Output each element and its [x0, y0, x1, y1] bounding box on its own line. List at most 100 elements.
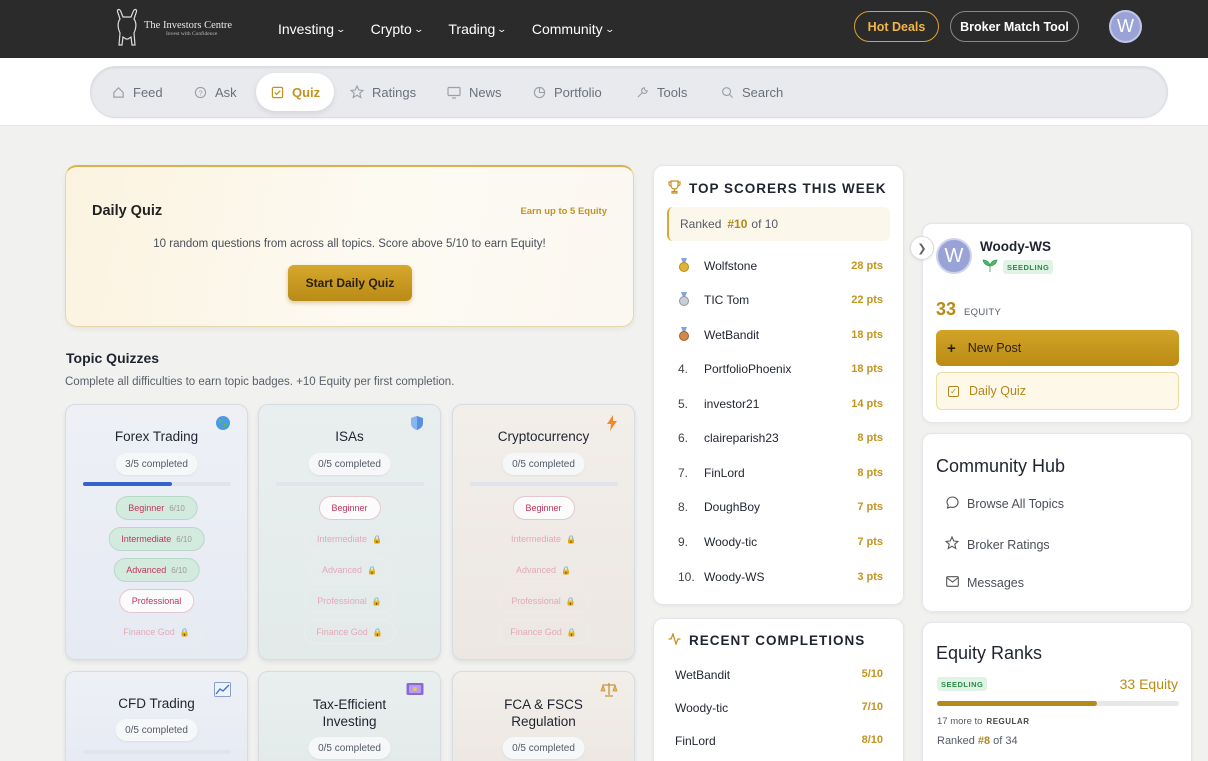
scorer-name: Woody-WS: [704, 570, 765, 584]
tab-search[interactable]: Search: [720, 67, 783, 117]
new-post-label: New Post: [967, 341, 1022, 355]
scorer-name: claireparish23: [704, 431, 779, 445]
nav-community[interactable]: Community ⌄: [532, 21, 615, 37]
topic-progress: 0/5 completed: [308, 737, 391, 759]
topic-progress: 0/5 completed: [308, 453, 391, 475]
level-label: Professional: [131, 596, 182, 606]
checkbox-icon: ✓: [948, 385, 959, 397]
daily-quiz-link[interactable]: ✓ Daily Quiz: [936, 372, 1179, 410]
lightning-icon: [606, 415, 618, 434]
level-label: Finance God: [510, 627, 562, 637]
level-score: 6/10: [171, 565, 187, 575]
scorer-row[interactable]: TIC Tom 22 pts: [678, 290, 883, 310]
nav-investing-label: Investing: [278, 21, 335, 37]
hub-messages[interactable]: Messages: [945, 576, 1024, 590]
chevron-down-icon: ⌄: [335, 23, 347, 34]
scorer-row[interactable]: 5. investor21 14 pts: [678, 394, 883, 414]
level-professional: Professional 🔒: [304, 589, 395, 613]
level-advanced[interactable]: Advanced 6/10: [113, 558, 200, 582]
hub-broker-ratings[interactable]: Broker Ratings: [944, 535, 1050, 553]
next-rank-amount: 17 more to: [937, 716, 983, 727]
level-beginner[interactable]: Beginner: [318, 496, 381, 520]
new-post-button[interactable]: + New Post: [936, 330, 1179, 366]
topic-card-crypto[interactable]: Cryptocurrency 0/5 completed Beginner In…: [452, 404, 635, 660]
top-header: The Investors Centre Invest with Confide…: [0, 0, 1208, 58]
start-daily-quiz-button[interactable]: Start Daily Quiz: [288, 265, 412, 301]
hub-item-label: Messages: [967, 576, 1024, 590]
tab-ratings[interactable]: Ratings: [350, 67, 416, 117]
scorer-name: investor21: [704, 397, 760, 411]
community-hub-title: Community Hub: [936, 456, 1066, 476]
topic-card-tax-efficient[interactable]: Tax-Efficient Investing 0/5 completed: [258, 671, 441, 761]
scorer-rank: 4.: [678, 362, 689, 376]
hub-item-label: Broker Ratings: [967, 537, 1050, 552]
level-score: 6/10: [176, 534, 192, 544]
level-label: Intermediate: [317, 534, 368, 544]
level-intermediate[interactable]: Intermediate 6/10: [108, 527, 205, 551]
scorer-row[interactable]: 6. claireparish23 8 pts: [678, 428, 883, 448]
user-avatar[interactable]: W: [1109, 10, 1142, 43]
completion-row[interactable]: WetBandit 5/10: [675, 668, 883, 682]
profile-name[interactable]: Woody-WS: [980, 239, 1051, 254]
nav-trading[interactable]: Trading ⌄: [448, 21, 507, 37]
hub-browse-topics[interactable]: Browse All Topics: [945, 496, 1064, 512]
sub-nav-bar: Feed ? Ask Quiz Ratings News Portfolio T…: [0, 58, 1208, 126]
scorer-points: 7 pts: [857, 536, 883, 548]
tab-quiz[interactable]: Quiz: [256, 73, 335, 111]
topic-card-forex[interactable]: Forex Trading 3/5 completed Beginner 6/10…: [65, 404, 248, 660]
plus-icon: +: [947, 339, 956, 357]
level-finance-god: Finance God 🔒: [110, 620, 203, 644]
lock-icon: 🔒: [566, 534, 576, 544]
topic-card-cfd[interactable]: CFD Trading 0/5 completed: [65, 671, 248, 761]
level-beginner[interactable]: Beginner: [512, 496, 575, 520]
scorer-points: 8 pts: [857, 432, 883, 444]
level-label: Advanced: [516, 565, 557, 575]
nav-investing[interactable]: Investing ⌄: [278, 21, 347, 37]
scorer-points: 22 pts: [851, 294, 883, 306]
scorer-row[interactable]: 7. FinLord 8 pts: [678, 463, 883, 483]
gold-medal-icon: [678, 257, 704, 275]
tab-portfolio-label: Portfolio: [554, 84, 602, 100]
tab-portfolio[interactable]: Portfolio: [532, 67, 602, 117]
level-professional[interactable]: Professional: [118, 589, 195, 613]
tab-quiz-label: Quiz: [292, 84, 321, 100]
ranked-of: of 10: [751, 217, 779, 231]
scorer-row[interactable]: 8. DoughBoy 7 pts: [678, 497, 883, 517]
nav-crypto[interactable]: Crypto ⌄: [370, 21, 424, 37]
nav-trading-label: Trading: [448, 21, 496, 37]
level-label: Advanced: [322, 565, 363, 575]
star-icon: [350, 85, 364, 99]
rank-badge: SEEDLING: [1003, 260, 1054, 274]
scorer-row[interactable]: 10. Woody-WS 3 pts: [678, 567, 883, 587]
completion-row[interactable]: FinLord 8/10: [675, 734, 883, 748]
tab-ask[interactable]: ? Ask: [193, 67, 237, 117]
sprout-icon: [981, 259, 999, 275]
top-scorers-header: TOP SCORERS THIS WEEK: [668, 180, 887, 197]
topic-card-isas[interactable]: ISAs 0/5 completed Beginner Intermediate…: [258, 404, 441, 660]
scorer-rank: 8.: [678, 500, 689, 514]
level-beginner[interactable]: Beginner 6/10: [115, 496, 198, 520]
topic-progress-bar: [276, 482, 424, 486]
topic-card-fca-fscs[interactable]: FCA & FSCS Regulation 0/5 completed: [452, 671, 635, 761]
profile-avatar[interactable]: W: [936, 238, 972, 274]
scorer-name: FinLord: [704, 466, 745, 480]
scorer-row[interactable]: 4. PortfolioPhoenix 18 pts: [678, 359, 883, 379]
equity-ranks-title: Equity Ranks: [936, 643, 1043, 663]
scorer-row[interactable]: Wolfstone 28 pts: [678, 256, 883, 276]
collapse-sidebar-button[interactable]: ❯: [910, 236, 934, 260]
scorer-row[interactable]: WetBandit 18 pts: [678, 325, 883, 345]
hot-deals-button[interactable]: Hot Deals: [854, 11, 939, 42]
tab-feed[interactable]: Feed: [111, 67, 163, 117]
chevron-down-icon: ⌄: [413, 23, 424, 34]
profile-card: W Woody-WS SEEDLING 33 EQUITY + New Post …: [922, 223, 1192, 423]
completion-row[interactable]: Woody-tic 7/10: [675, 701, 883, 715]
ranked-value: #10: [727, 217, 748, 231]
site-logo[interactable]: The Investors Centre Invest with Confide…: [112, 6, 242, 50]
broker-match-button[interactable]: Broker Match Tool: [950, 11, 1079, 42]
scorer-row[interactable]: 9. Woody-tic 7 pts: [678, 532, 883, 552]
tab-tools[interactable]: Tools: [635, 67, 687, 117]
brand-name: The Investors Centre: [144, 19, 233, 31]
level-score: 6/10: [169, 503, 185, 513]
nav-crypto-label: Crypto: [370, 21, 412, 37]
tab-news[interactable]: News: [447, 67, 502, 117]
